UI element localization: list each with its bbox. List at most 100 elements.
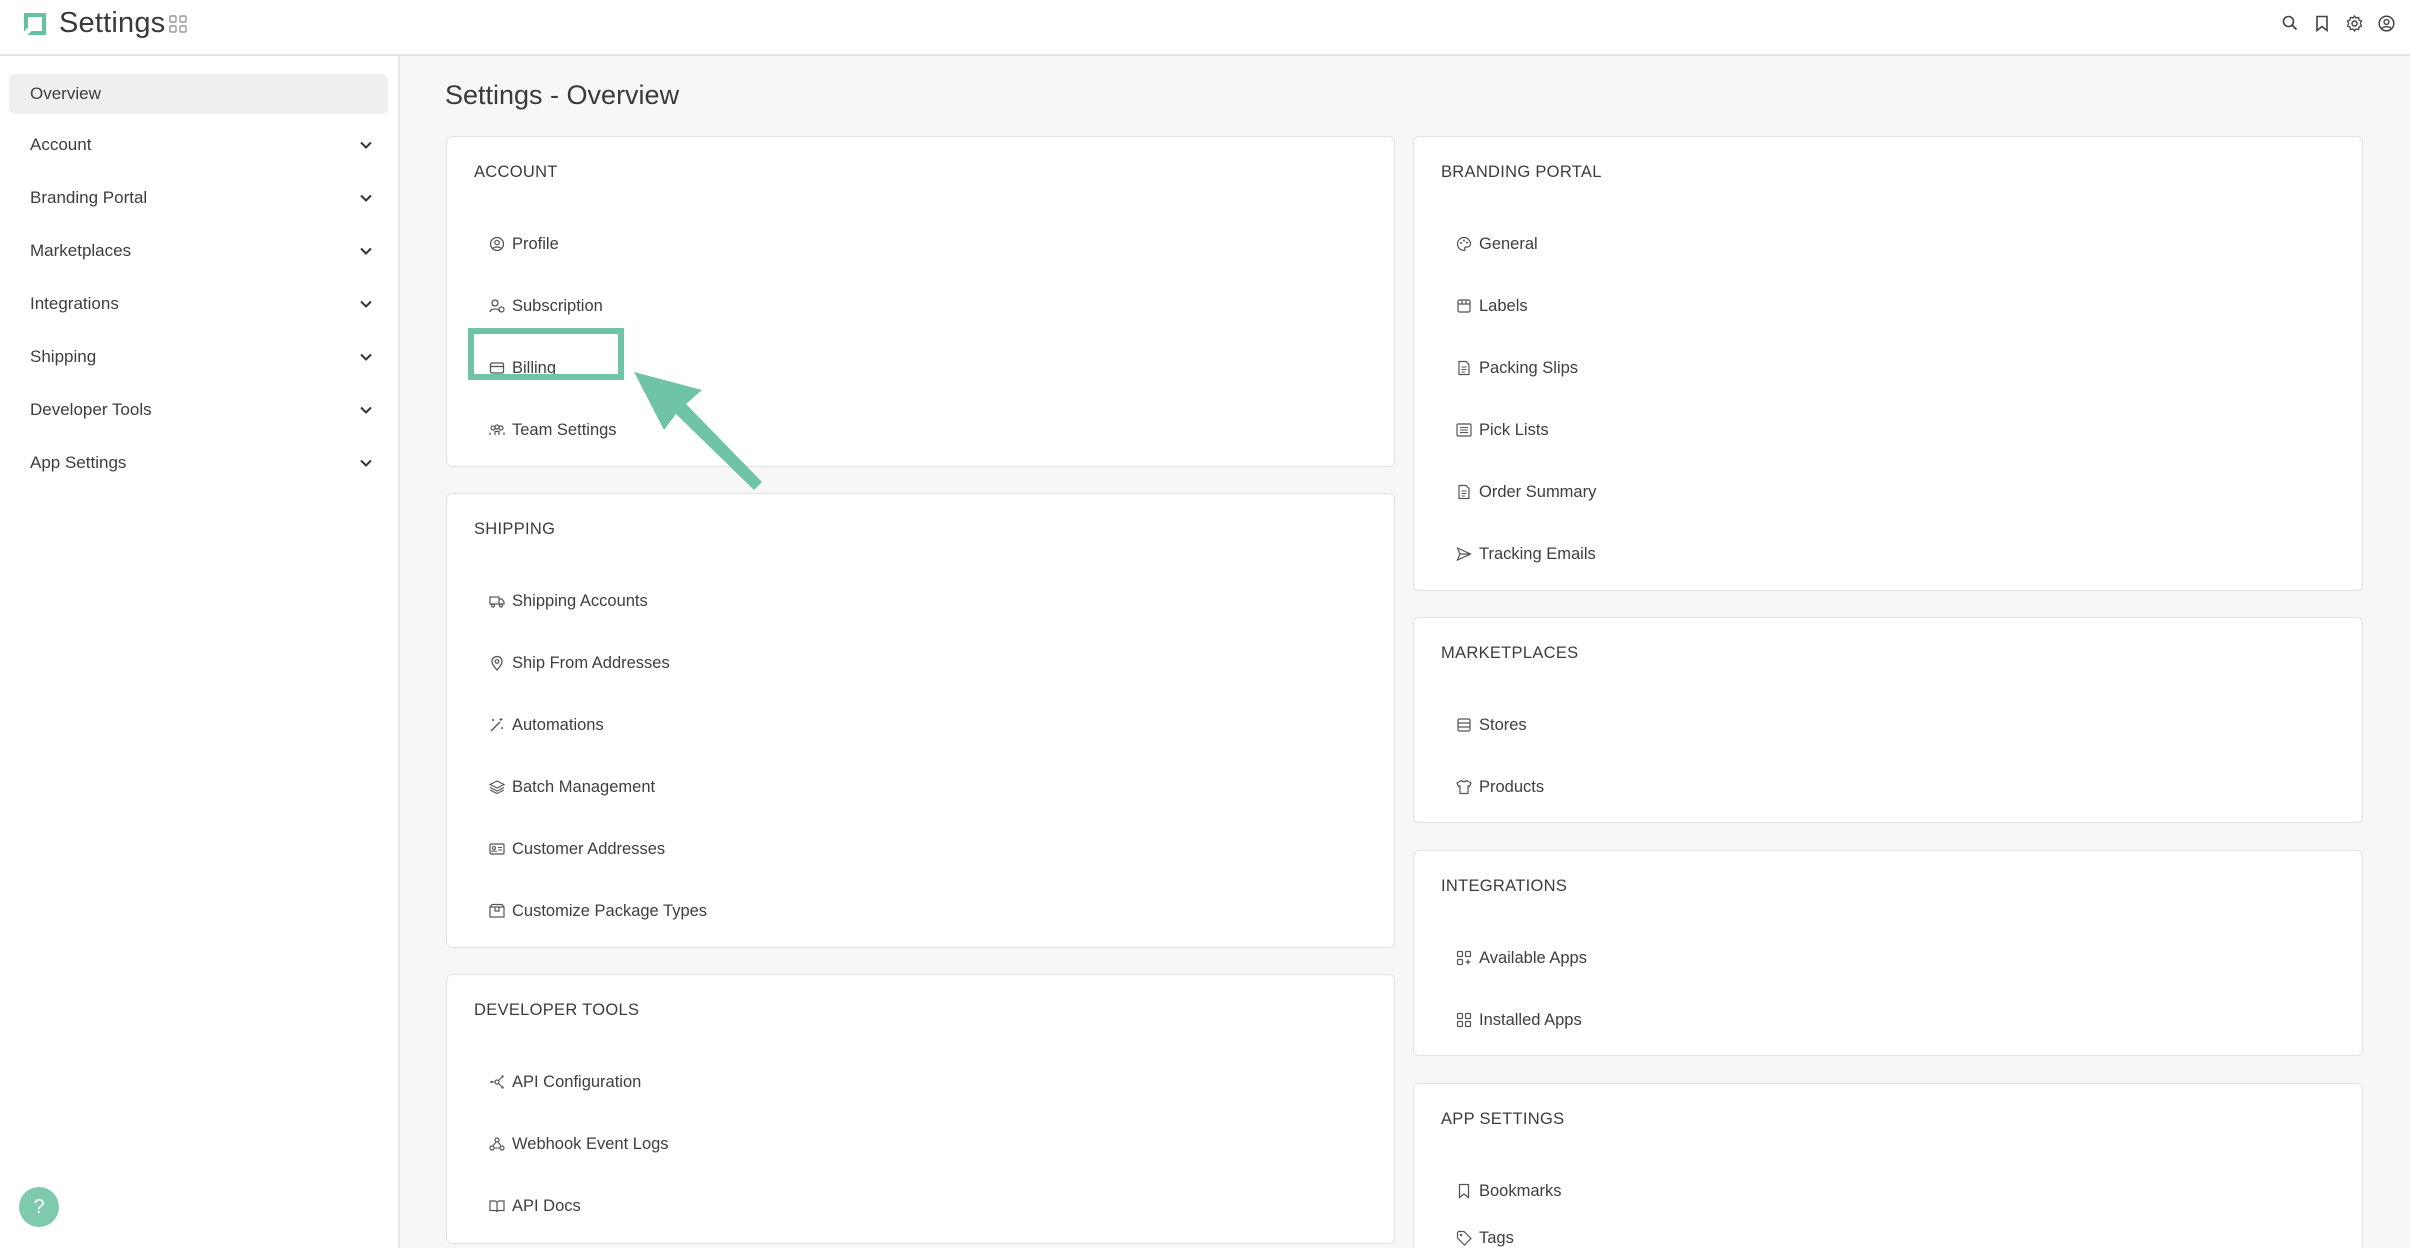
link-label: Customize Package Types xyxy=(512,901,708,920)
card-title: DEVELOPER TOOLS xyxy=(474,1001,640,1019)
document-icon xyxy=(1455,483,1473,501)
available-apps-link[interactable]: Available Apps xyxy=(1455,943,1587,973)
link-label: Ship From Addresses xyxy=(512,653,670,672)
stores-link[interactable]: Stores xyxy=(1455,710,1527,740)
page-title: Settings - Overview xyxy=(445,80,680,110)
team-settings-link[interactable]: Team Settings xyxy=(488,415,617,445)
app-logo-icon[interactable] xyxy=(22,11,48,37)
link-label: Pick Lists xyxy=(1479,420,1549,439)
api-docs-link[interactable]: API Docs xyxy=(488,1191,581,1221)
shipping-accounts-link[interactable]: Shipping Accounts xyxy=(488,586,648,616)
top-bar: Settings xyxy=(0,0,2410,56)
sidebar-item-label: Branding Portal xyxy=(30,188,148,207)
sidebar-item-integrations[interactable]: Integrations xyxy=(9,284,388,324)
installed-apps-link[interactable]: Installed Apps xyxy=(1455,1005,1582,1035)
link-label: Subscription xyxy=(512,296,603,315)
marketplaces-card: MARKETPLACES Stores Products xyxy=(1413,617,2363,823)
sidebar-item-overview[interactable]: Overview xyxy=(9,74,388,114)
sidebar-item-account[interactable]: Account xyxy=(9,125,388,165)
link-label: Customer Addresses xyxy=(512,839,666,858)
package-icon xyxy=(488,902,506,920)
account-card: ACCOUNT Profile Subscription Billing Tea… xyxy=(446,136,1395,467)
apps-grid-icon xyxy=(1455,1011,1473,1029)
search-icon[interactable] xyxy=(2280,13,2300,33)
book-open-icon xyxy=(488,1197,506,1215)
sidebar-item-app-settings[interactable]: App Settings xyxy=(9,443,388,483)
products-link[interactable]: Products xyxy=(1455,772,1544,802)
sidebar-item-label: Integrations xyxy=(30,294,119,313)
sidebar-item-shipping[interactable]: Shipping xyxy=(9,337,388,377)
chevron-down-icon xyxy=(360,194,372,202)
layers-icon xyxy=(488,778,506,796)
chevron-down-icon xyxy=(360,300,372,308)
link-label: API Docs xyxy=(512,1196,581,1215)
automations-link[interactable]: Automations xyxy=(488,710,604,740)
truck-icon xyxy=(488,592,506,610)
webhook-event-logs-link[interactable]: Webhook Event Logs xyxy=(488,1129,669,1159)
ship-from-addresses-link[interactable]: Ship From Addresses xyxy=(488,648,670,678)
chevron-down-icon xyxy=(360,406,372,414)
map-pin-icon xyxy=(488,654,506,672)
link-label: Products xyxy=(1479,777,1545,796)
magic-wand-icon xyxy=(488,716,506,734)
apps-add-icon xyxy=(1455,949,1473,967)
link-label: Tracking Emails xyxy=(1479,544,1596,563)
sidebar-item-label: Developer Tools xyxy=(30,400,152,419)
tags-link[interactable]: Tags xyxy=(1455,1223,1514,1248)
sidebar-item-label: App Settings xyxy=(30,453,127,472)
batch-management-link[interactable]: Batch Management xyxy=(488,772,655,802)
palette-icon xyxy=(1455,235,1473,253)
sidebar: Overview Account Branding Portal Marketp… xyxy=(0,56,400,1248)
subscription-link[interactable]: Subscription xyxy=(488,291,603,321)
chevron-down-icon xyxy=(360,459,372,467)
gear-icon[interactable] xyxy=(2344,13,2364,33)
pick-lists-link[interactable]: Pick Lists xyxy=(1455,415,1549,445)
header-actions xyxy=(2280,13,2396,33)
link-label: Available Apps xyxy=(1479,948,1587,967)
apps-grid-icon[interactable] xyxy=(169,15,187,33)
profile-link[interactable]: Profile xyxy=(488,229,559,259)
app-settings-card: APP SETTINGS Bookmarks Tags xyxy=(1413,1083,2363,1248)
bookmarks-link[interactable]: Bookmarks xyxy=(1455,1176,1562,1206)
link-label: General xyxy=(1479,234,1538,253)
sidebar-item-marketplaces[interactable]: Marketplaces xyxy=(9,231,388,271)
sidebar-item-developer-tools[interactable]: Developer Tools xyxy=(9,390,388,430)
link-label: Installed Apps xyxy=(1479,1010,1582,1029)
link-label: Order Summary xyxy=(1479,482,1597,501)
card-title: BRANDING PORTAL xyxy=(1441,163,1602,181)
tracking-emails-link[interactable]: Tracking Emails xyxy=(1455,539,1596,569)
shirt-icon xyxy=(1455,778,1473,796)
customize-package-types-link[interactable]: Customize Package Types xyxy=(488,896,707,926)
tag-icon xyxy=(1455,1229,1473,1247)
customer-addresses-link[interactable]: Customer Addresses xyxy=(488,834,665,864)
pointer-arrow-icon xyxy=(634,372,762,490)
link-label: Bookmarks xyxy=(1479,1181,1562,1200)
sidebar-item-label: Overview xyxy=(30,84,101,103)
link-label: API Configuration xyxy=(512,1072,642,1091)
order-summary-link[interactable]: Order Summary xyxy=(1455,477,1596,507)
chevron-down-icon xyxy=(360,353,372,361)
chevron-down-icon xyxy=(360,141,372,149)
packing-slips-link[interactable]: Packing Slips xyxy=(1455,353,1578,383)
bookmark-icon xyxy=(1455,1182,1473,1200)
shipping-card: SHIPPING Shipping Accounts Ship From Add… xyxy=(446,493,1395,948)
address-card-icon xyxy=(488,840,506,858)
labels-link[interactable]: Labels xyxy=(1455,291,1528,321)
general-link[interactable]: General xyxy=(1455,229,1538,259)
sidebar-item-label: Account xyxy=(30,135,92,154)
api-nodes-icon xyxy=(488,1073,506,1091)
sidebar-item-label: Marketplaces xyxy=(30,241,132,260)
link-label: Shipping Accounts xyxy=(512,591,648,610)
user-icon[interactable] xyxy=(2376,13,2396,33)
sidebar-item-branding-portal[interactable]: Branding Portal xyxy=(9,178,388,218)
card-title: SHIPPING xyxy=(474,520,556,538)
app-title: Settings xyxy=(59,7,166,39)
help-button[interactable]: ? xyxy=(19,1187,59,1227)
link-label: Batch Management xyxy=(512,777,656,796)
document-icon xyxy=(1455,359,1473,377)
user-subscription-icon xyxy=(488,297,506,315)
bookmark-icon[interactable] xyxy=(2312,13,2332,33)
database-icon xyxy=(1455,716,1473,734)
api-configuration-link[interactable]: API Configuration xyxy=(488,1067,641,1097)
user-circle-icon xyxy=(488,235,506,253)
